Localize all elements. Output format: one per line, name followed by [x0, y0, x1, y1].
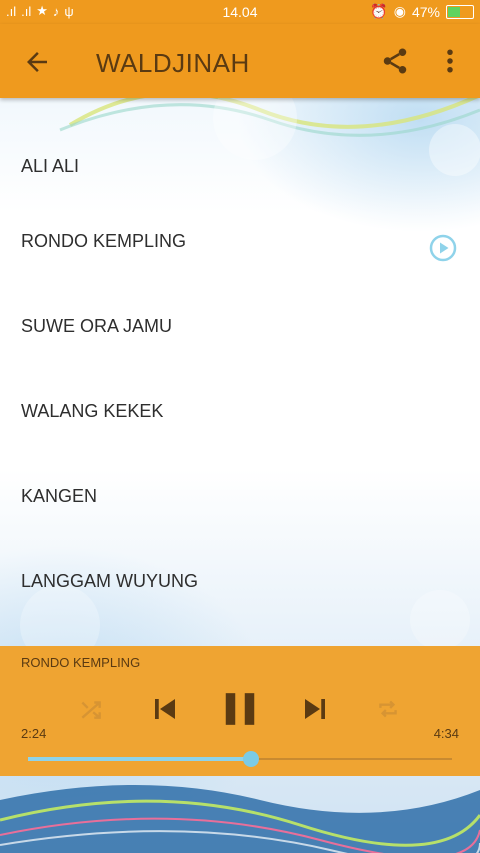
seek-progress	[28, 757, 251, 761]
share-icon[interactable]	[380, 46, 410, 76]
repeat-icon[interactable]	[374, 696, 402, 722]
song-title: WALANG KEKEK	[21, 401, 164, 421]
more-options-icon[interactable]	[440, 46, 460, 76]
player-bar: RONDO KEMPLING 2:24 4:34	[0, 646, 480, 776]
pause-icon[interactable]	[221, 689, 259, 729]
battery-icon	[446, 4, 474, 19]
status-bar: .ıl .ıl ★ ♪ ψ 14.04 ⏰ ◉ 47%	[0, 0, 480, 24]
song-item[interactable]: ALI ALI	[0, 100, 480, 176]
current-time: 2:24	[21, 726, 47, 741]
battery-percent: 47%	[411, 3, 440, 20]
song-item[interactable]: RONDO KEMPLING	[0, 176, 480, 261]
song-item[interactable]: WALANG KEKEK	[0, 346, 480, 431]
duration: 4:34	[433, 726, 459, 741]
seek-thumb[interactable]	[242, 751, 259, 767]
song-list: ALI ALI RONDO KEMPLING SUWE ORA JAMU WAL…	[0, 100, 480, 601]
song-item[interactable]: KANGEN	[0, 431, 480, 516]
shuffle-icon[interactable]	[78, 696, 104, 722]
eye-icon: ◉	[393, 3, 406, 19]
song-item[interactable]: LANGGAM WUYUNG	[0, 516, 480, 601]
song-title: LANGGAM WUYUNG	[21, 571, 199, 591]
status-icons-right: ⏰ ◉ 47%	[370, 3, 474, 20]
next-icon[interactable]	[300, 694, 330, 724]
app-bar: WALDJINAH	[0, 24, 480, 98]
song-item[interactable]: SUWE ORA JAMU	[0, 261, 480, 346]
previous-icon[interactable]	[150, 694, 180, 724]
song-title: KANGEN	[21, 486, 98, 506]
song-title: ALI ALI	[21, 156, 80, 176]
seek-bar[interactable]	[28, 751, 452, 767]
page-title: WALDJINAH	[96, 48, 250, 78]
now-playing-title: RONDO KEMPLING	[21, 655, 141, 670]
back-arrow-icon[interactable]	[22, 47, 52, 77]
song-title: SUWE ORA JAMU	[21, 316, 173, 336]
song-title: RONDO KEMPLING	[21, 231, 187, 251]
alarm-icon: ⏰	[370, 3, 388, 19]
now-playing-icon[interactable]	[429, 234, 457, 262]
battery-level	[448, 6, 461, 17]
